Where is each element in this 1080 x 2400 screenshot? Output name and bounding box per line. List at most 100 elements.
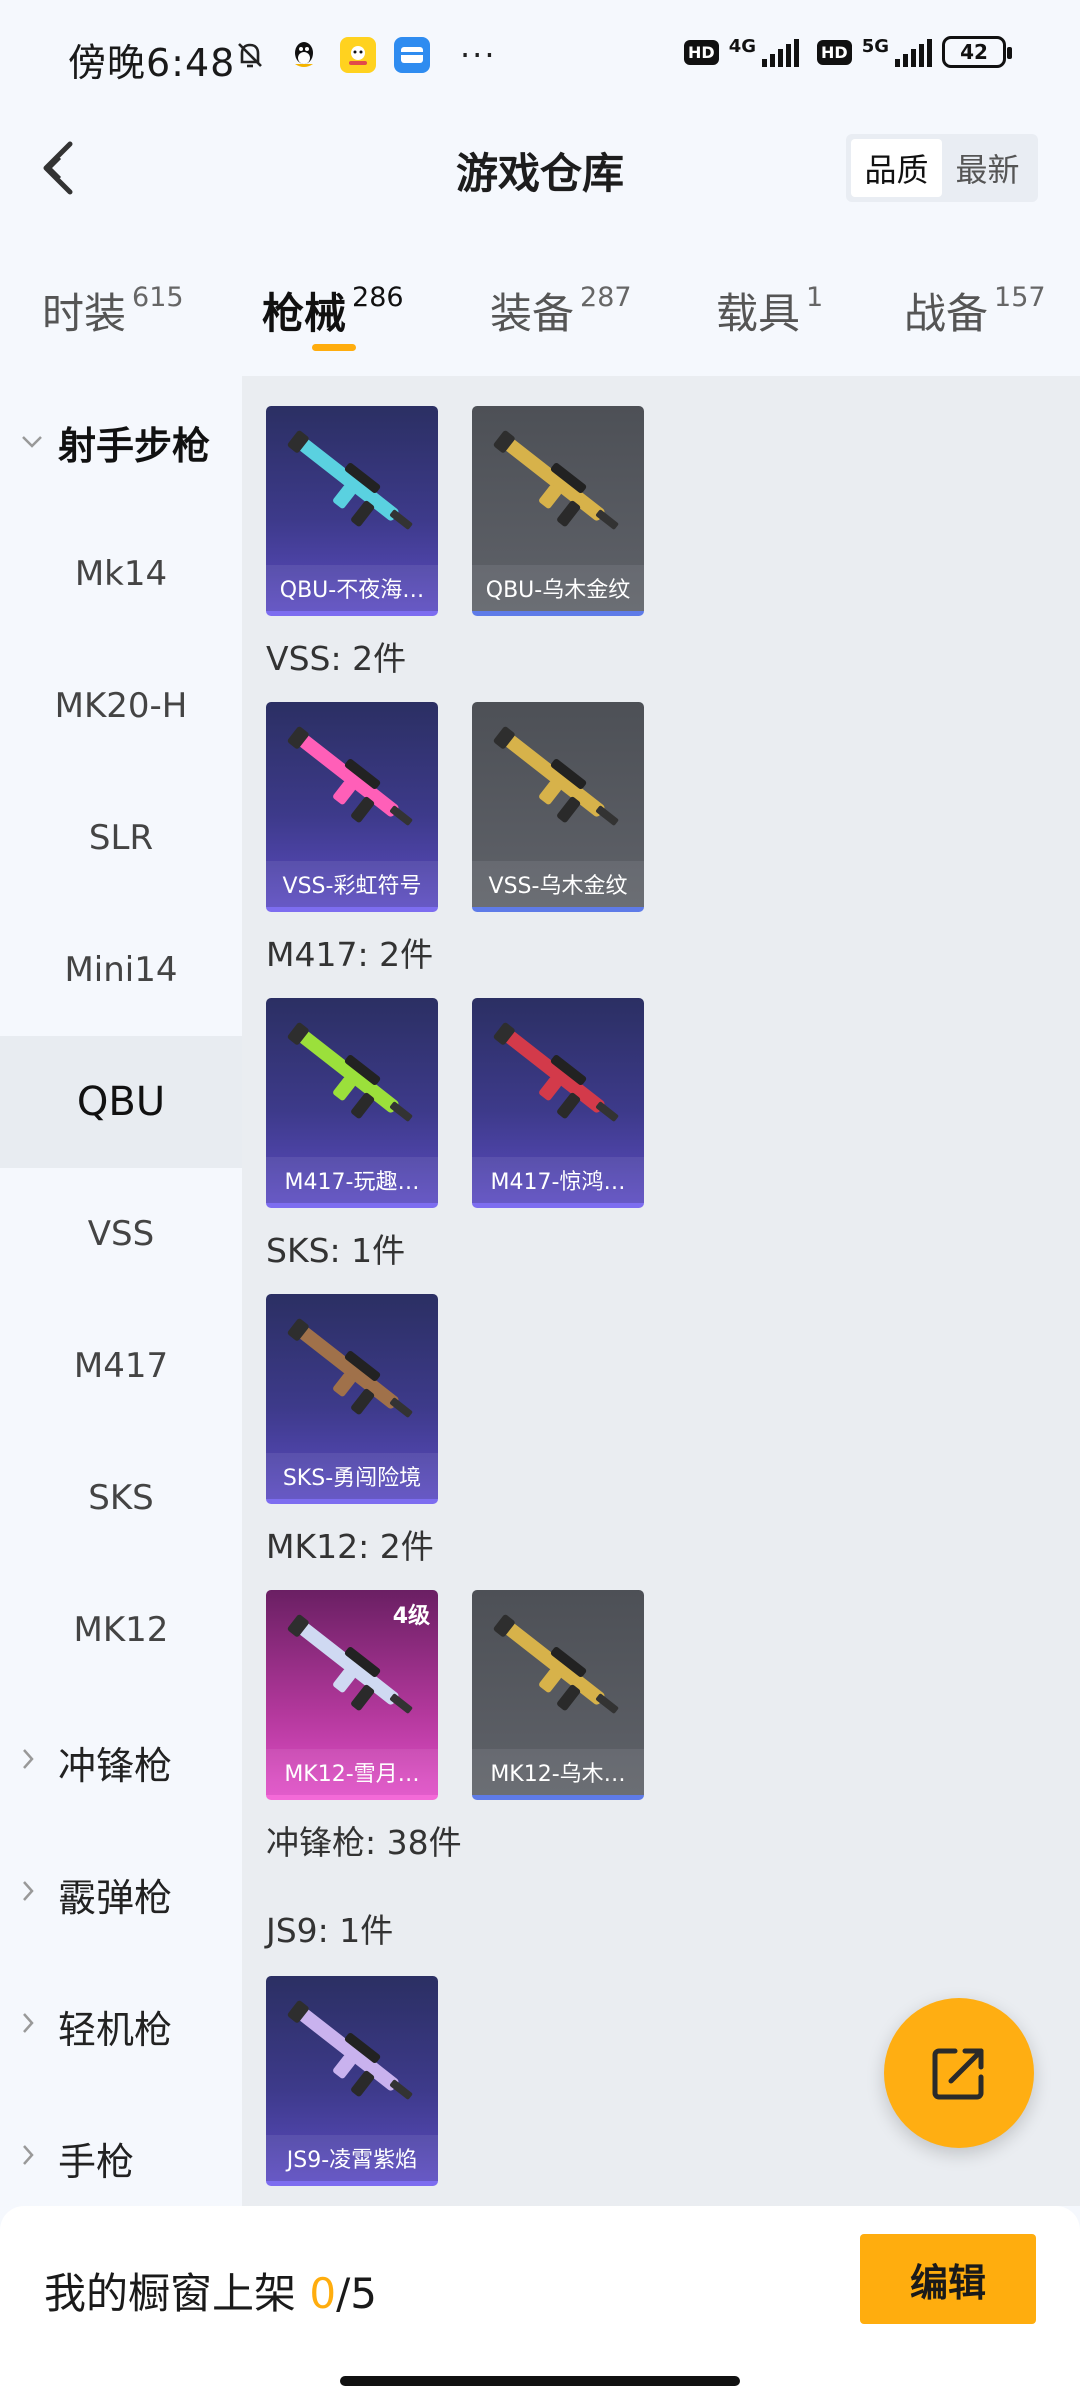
signal-icon-2 xyxy=(895,37,932,67)
showcase-total: /5 xyxy=(336,2269,377,2318)
sidebar-item-m417[interactable]: M417 xyxy=(0,1300,242,1432)
weapon-skin-card[interactable]: M417-惊鸿… xyxy=(472,998,644,1208)
sidebar-item-mini14[interactable]: Mini14 xyxy=(0,904,242,1036)
weapon-skin-card[interactable]: M417-玩趣… xyxy=(266,998,438,1208)
tab-count: 287 xyxy=(580,282,632,313)
section-label: SKS: 1件 xyxy=(266,1231,406,1270)
weapon-icon xyxy=(287,2000,413,2100)
chevron-right-icon xyxy=(20,1879,50,1910)
tab-vehicles[interactable]: 载具 1 xyxy=(716,280,823,341)
showcase-bar: 我的橱窗上架 0/5 编辑 xyxy=(0,2206,1080,2400)
tab-count: 1 xyxy=(806,282,824,313)
sidebar-item-qbu[interactable]: QBU xyxy=(0,1036,242,1168)
share-out-icon xyxy=(932,2048,984,2100)
sidebar-group-label: 冲锋枪 xyxy=(58,1743,173,1788)
sidebar-group-smg[interactable]: 冲锋枪 xyxy=(0,1696,242,1828)
sidebar-group-lmg[interactable]: 轻机枪 xyxy=(0,1960,242,2092)
tab-fashion[interactable]: 时装 615 xyxy=(42,280,184,341)
network-right-label: 5G xyxy=(861,36,889,57)
sidebar-group-pistol[interactable]: 手枪 xyxy=(0,2092,242,2224)
showcase-title: 我的橱窗上架 xyxy=(44,2269,297,2318)
wallet-app-icon xyxy=(394,37,430,73)
tab-label: 时装 xyxy=(42,289,127,338)
tab-firearms[interactable]: 枪械 286 xyxy=(262,280,404,341)
qq-app-icon xyxy=(286,37,322,73)
weapon-skin-name: M417-惊鸿… xyxy=(472,1157,644,1203)
section-label: VSS: 2件 xyxy=(266,639,407,678)
edit-button[interactable]: 编辑 xyxy=(860,2234,1036,2324)
weapon-icon xyxy=(493,430,619,530)
weapon-skin-card[interactable]: QBU-不夜海… xyxy=(266,406,438,616)
tab-label: 战备 xyxy=(904,289,989,338)
section-label: MK12: 2件 xyxy=(266,1527,434,1566)
header: 游戏仓库 品质 最新 xyxy=(0,118,1080,218)
tab-battle-gear[interactable]: 战备 157 xyxy=(904,280,1046,341)
sidebar-group-shotgun[interactable]: 霰弹枪 xyxy=(0,1828,242,1960)
tab-count: 286 xyxy=(352,282,404,313)
sidebar-group-label: 霰弹枪 xyxy=(58,1875,173,1920)
chevron-right-icon xyxy=(20,2143,50,2174)
weapon-skin-card[interactable]: MK12-乌木… xyxy=(472,1590,644,1800)
status-time: 傍晚6:48 xyxy=(68,41,236,85)
sidebar-group-label: 轻机枪 xyxy=(58,2007,173,2052)
sort-option-quality[interactable]: 品质 xyxy=(851,139,942,197)
yellow-app-icon xyxy=(340,37,376,73)
sort-option-newest[interactable]: 最新 xyxy=(942,139,1033,197)
weapon-skin-name: SKS-勇闯险境 xyxy=(266,1453,438,1499)
sidebar-item-mk12[interactable]: MK12 xyxy=(0,1564,242,1696)
sidebar-item-vss[interactable]: VSS xyxy=(0,1168,242,1300)
weapon-skin-name: MK12-乌木… xyxy=(472,1749,644,1795)
tab-count: 615 xyxy=(132,282,184,313)
showcase-count: 0/5 xyxy=(309,2269,377,2318)
signal-icon xyxy=(762,37,800,67)
notification-icons: ··· xyxy=(232,36,497,74)
category-tabs: 时装 615 枪械 286 装备 287 载具 1 战备 157 xyxy=(0,260,1080,360)
sidebar-group-marksman-rifle[interactable]: 射手步枪 xyxy=(0,376,242,508)
sidebar-item-mk20h[interactable]: MK20-H xyxy=(0,640,242,772)
sidebar-item-sks[interactable]: SKS xyxy=(0,1432,242,1564)
chevron-down-icon xyxy=(20,427,50,457)
section-label: 冲锋枪: 38件 xyxy=(266,1823,462,1862)
weapon-skin-name: VSS-乌木金纹 xyxy=(472,861,644,907)
skin-level-badge: 4级 xyxy=(392,1604,430,1629)
hd-icon-2: HD xyxy=(817,39,852,65)
showcase-current: 0 xyxy=(309,2269,337,2318)
weapon-skin-name: JS9-凌霄紫焰 xyxy=(266,2135,438,2181)
weapon-skin-card[interactable]: QBU-乌木金纹 xyxy=(472,406,644,616)
tab-count: 157 xyxy=(994,282,1046,313)
weapon-skin-card[interactable]: MK12-雪月… 4级 xyxy=(266,1590,438,1800)
tab-label: 装备 xyxy=(490,289,575,338)
share-button[interactable] xyxy=(884,1998,1034,2148)
battery-icon: 42 xyxy=(942,36,1012,68)
weapon-icon xyxy=(493,1022,619,1122)
active-tab-indicator xyxy=(312,344,356,351)
bell-muted-icon xyxy=(232,37,268,73)
sidebar-item-mk14[interactable]: Mk14 xyxy=(0,508,242,640)
section-label: M417: 2件 xyxy=(266,935,434,974)
weapon-icon xyxy=(493,1614,619,1714)
sort-toggle: 品质 最新 xyxy=(846,134,1038,202)
weapon-category-sidebar: 射手步枪 Mk14 MK20-H SLR Mini14 QBU VSS M417… xyxy=(0,376,242,2206)
weapon-icon xyxy=(287,726,413,826)
tab-equipment[interactable]: 装备 287 xyxy=(490,280,632,341)
weapon-skin-card[interactable]: VSS-彩虹符号 xyxy=(266,702,438,912)
status-bar: 傍晚6:48 ··· HD 4G HD 5G 42 xyxy=(0,0,1080,118)
weapon-skin-card[interactable]: JS9-凌霄紫焰 xyxy=(266,1976,438,2186)
sidebar-item-slr[interactable]: SLR xyxy=(0,772,242,904)
weapon-skin-card[interactable]: VSS-乌木金纹 xyxy=(472,702,644,912)
chevron-right-icon xyxy=(20,1747,50,1778)
tab-label: 枪械 xyxy=(262,289,347,338)
weapon-skin-name: M417-玩趣… xyxy=(266,1157,438,1203)
more-notifications: ··· xyxy=(460,36,497,74)
section-label: JS9: 1件 xyxy=(266,1911,394,1950)
home-indicator[interactable] xyxy=(340,2376,740,2386)
weapon-skin-name: QBU-不夜海… xyxy=(266,565,438,611)
weapon-icon xyxy=(493,726,619,826)
chevron-right-icon xyxy=(20,2011,50,2042)
sidebar-group-label: 手枪 xyxy=(58,2139,135,2184)
weapon-skin-card[interactable]: SKS-勇闯险境 xyxy=(266,1294,438,1504)
network-left-label: 4G xyxy=(728,36,757,57)
weapon-skin-name: VSS-彩虹符号 xyxy=(266,861,438,907)
app-root: 傍晚6:48 ··· HD 4G HD 5G 42 游戏仓库 品质 最新 时装 … xyxy=(0,0,1080,2400)
weapon-icon xyxy=(287,1318,413,1418)
